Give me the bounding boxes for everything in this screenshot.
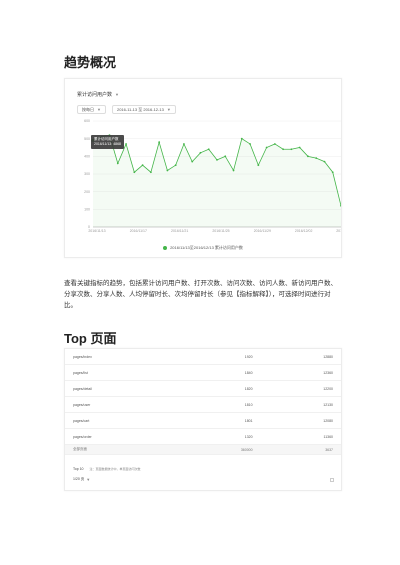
row-col-1: 1801 xyxy=(174,412,261,429)
y-tick-label: 500 xyxy=(84,137,90,141)
row-col-1: 1820 xyxy=(174,380,261,397)
section-title-trend: 趋势概况 xyxy=(64,55,117,70)
table-total-row: 全部页面 360000 3637 xyxy=(65,444,341,455)
x-tick-label: 2016/12/06 xyxy=(336,229,341,233)
pager-label: 1/20 页 xyxy=(73,477,85,481)
x-tick-label: 2016/11/25 xyxy=(212,229,229,233)
total-col-2: 3637 xyxy=(260,444,341,455)
x-tick-label: 2016/12/02 xyxy=(295,229,313,233)
data-point xyxy=(158,141,161,144)
data-point xyxy=(240,137,243,140)
series-area xyxy=(93,135,341,227)
top-pages-table: pages/index 1920 12880 pages/list 1840 12360 p… xyxy=(65,349,341,455)
table-row[interactable]: pages/list 1840 12360 xyxy=(65,364,341,381)
data-point xyxy=(232,169,235,172)
data-point xyxy=(265,146,268,149)
data-point xyxy=(323,160,326,163)
row-col-1: 1920 xyxy=(174,349,261,365)
filter-row: 按每日 ▼ 2016-11-13 至 2016-12-13 ▼ xyxy=(77,105,176,114)
data-point xyxy=(166,169,169,172)
granularity-select[interactable]: 按每日 ▼ xyxy=(77,105,106,114)
data-point xyxy=(199,151,202,154)
total-label: 全部页面 xyxy=(65,444,175,455)
y-tick-label: 400 xyxy=(84,155,90,159)
x-tick-label: 2016/11/29 xyxy=(254,229,271,233)
page-name: pages/cart xyxy=(65,412,175,429)
row-col-2: 12080 xyxy=(260,412,341,429)
data-point xyxy=(216,158,218,161)
pager-select[interactable]: 1/20 页 ▼ xyxy=(73,477,90,482)
data-point xyxy=(116,162,119,165)
table-row[interactable]: pages/cart 1801 12080 xyxy=(65,412,341,429)
legend-marker xyxy=(163,246,168,250)
data-point xyxy=(141,164,144,167)
chevron-down-icon: ▼ xyxy=(115,92,119,97)
page-name: pages/list xyxy=(65,364,175,381)
data-point xyxy=(273,143,276,145)
section-title-top-pages: Top 页面 xyxy=(64,331,117,346)
data-point xyxy=(282,148,285,151)
data-point xyxy=(149,171,152,174)
chevron-down-icon: ▼ xyxy=(166,107,171,112)
page-name: pages/user xyxy=(65,396,175,413)
data-point xyxy=(257,164,260,167)
data-point xyxy=(298,146,301,149)
x-tick-label: 2016/11/17 xyxy=(130,229,147,233)
data-point xyxy=(290,148,293,151)
table-row[interactable]: pages/order 1320 11360 xyxy=(65,428,341,445)
top-pages-card: pages/index 1920 12880 pages/list 1840 12360 p… xyxy=(64,348,342,491)
row-col-2: 12360 xyxy=(260,364,341,381)
data-point xyxy=(133,171,136,174)
data-point xyxy=(307,155,309,158)
metric-select[interactable]: 累计访问用户数 ▼ xyxy=(77,91,119,98)
total-col-1: 360000 xyxy=(174,444,261,455)
table-row[interactable]: pages/detail 1820 12200 xyxy=(65,380,341,397)
row-col-1: 1810 xyxy=(174,396,261,413)
data-point xyxy=(224,155,227,158)
y-tick-label: 200 xyxy=(84,190,90,194)
data-point xyxy=(183,143,185,145)
date-range-picker[interactable]: 2016-11-13 至 2016-12-13 ▼ xyxy=(111,105,176,114)
x-tick-label: 2016/11/13 xyxy=(88,229,105,233)
tooltip-line-2: 2016/11/13: 4868 xyxy=(94,142,121,146)
data-point xyxy=(174,164,177,167)
data-point xyxy=(249,143,251,145)
page-name: pages/index xyxy=(65,349,175,365)
chevron-down-icon: ▼ xyxy=(97,107,101,112)
legend-label: 2016/11/13至2016/12/13 累计访问用户数 xyxy=(170,245,243,250)
export-icon[interactable] xyxy=(330,478,334,482)
footer-label: Top 10 xyxy=(73,467,84,471)
row-col-2: 12200 xyxy=(260,380,341,397)
data-point xyxy=(315,157,318,159)
page-name: pages/order xyxy=(65,428,175,445)
row-col-2: 12880 xyxy=(260,349,341,365)
granularity-label: 按每日 xyxy=(82,106,94,112)
chart-tooltip: 累计访问用户数 2016/11/13: 4868 xyxy=(91,135,124,149)
table-row[interactable]: pages/user 1810 12130 xyxy=(65,396,341,413)
date-range-label: 2016-11-13 至 2016-12-13 xyxy=(116,106,164,112)
data-point xyxy=(191,160,194,163)
data-point xyxy=(125,143,127,145)
page-name: pages/detail xyxy=(65,380,175,397)
row-col-1: 1320 xyxy=(174,428,261,445)
table-footer: Top 10 注：页面数据统计中，单页面访问次数 xyxy=(73,467,141,471)
data-point xyxy=(207,148,210,151)
data-point xyxy=(331,171,334,174)
table-row[interactable]: pages/index 1920 12880 xyxy=(65,349,341,365)
trend-description: 查看关键指标的趋势，包括累计访问用户数、打开次数、访问次数、访问人数、新访问用户… xyxy=(64,280,337,309)
chevron-down-icon: ▼ xyxy=(86,477,91,482)
metric-label: 累计访问用户数 xyxy=(77,92,113,98)
chart-legend: 2016/11/13至2016/12/13 累计访问用户数 xyxy=(65,245,341,251)
row-col-2: 11360 xyxy=(260,428,341,445)
footer-note: 注：页面数据统计中，单页面访问次数 xyxy=(89,467,141,471)
row-col-2: 12130 xyxy=(260,396,341,413)
y-tick-label: 600 xyxy=(84,119,90,123)
row-col-1: 1840 xyxy=(174,364,261,381)
y-tick-label: 100 xyxy=(84,208,90,212)
trend-card: 累计访问用户数 ▼ 按每日 ▼ 2016-11-13 至 2016-12-13 … xyxy=(64,78,342,258)
y-tick-label: 300 xyxy=(84,172,90,176)
x-tick-label: 2016/11/21 xyxy=(171,229,188,233)
